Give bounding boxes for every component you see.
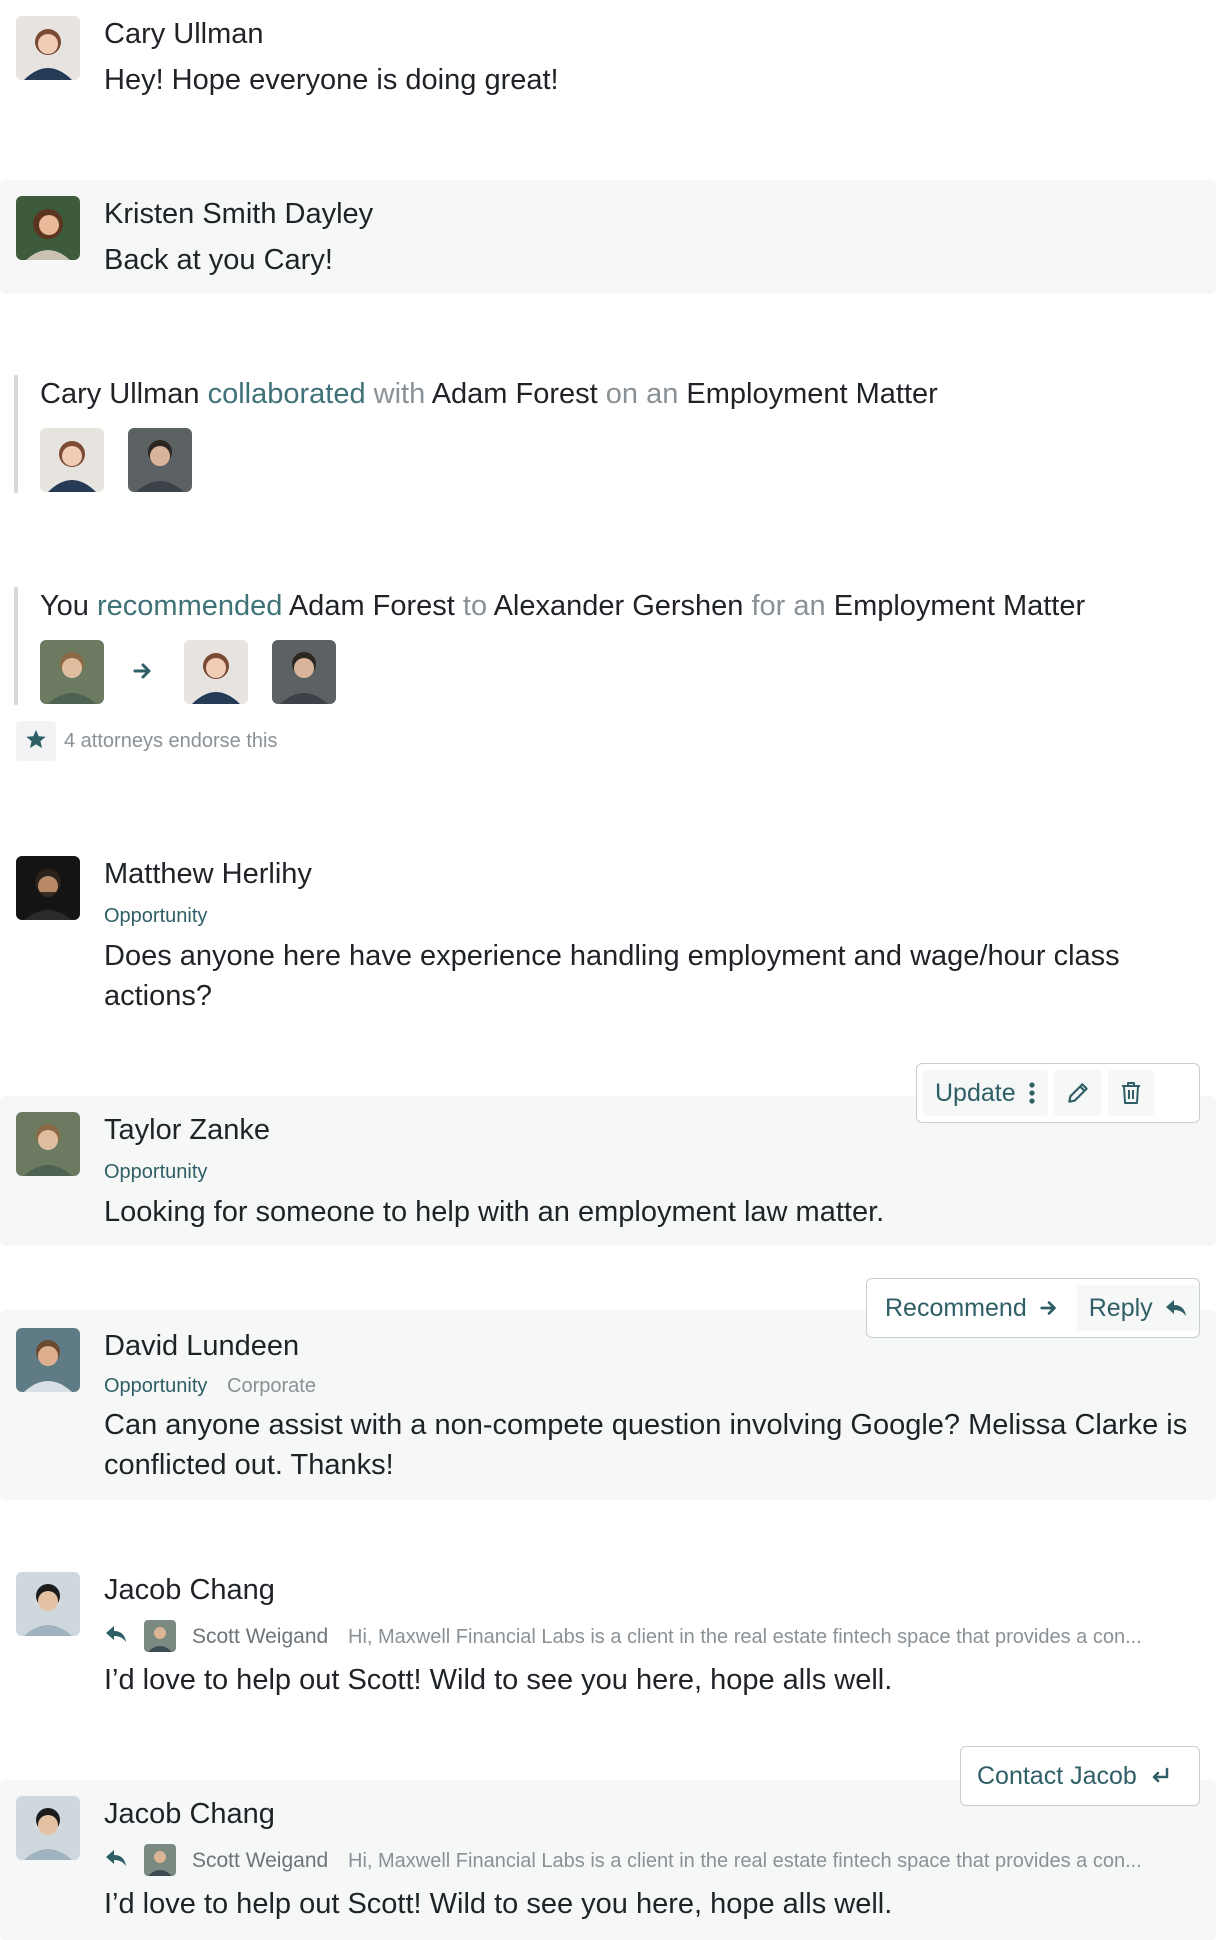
message-text: Can anyone assist with a non-compete que… bbox=[104, 1409, 1188, 1481]
avatar-jacob-chang[interactable] bbox=[16, 1796, 80, 1860]
opportunity-tag[interactable]: Opportunity bbox=[104, 1375, 207, 1398]
activity-verb: collaborated bbox=[207, 378, 366, 410]
practice-tag[interactable]: Corporate bbox=[227, 1375, 316, 1398]
message-text: Hey! Hope everyone is doing great! bbox=[104, 64, 559, 96]
target-name[interactable]: Adam Forest bbox=[289, 590, 455, 622]
message-text: Back at you Cary! bbox=[104, 244, 333, 276]
activity-prep: for an bbox=[751, 590, 826, 622]
activity-bar bbox=[14, 587, 18, 705]
avatar-matthew-herlihy[interactable] bbox=[16, 856, 80, 920]
arrow-right-icon bbox=[1039, 1298, 1059, 1318]
enter-icon bbox=[1149, 1766, 1171, 1786]
update-label: Update bbox=[935, 1078, 1016, 1107]
recommend-button[interactable]: Recommend bbox=[873, 1285, 1071, 1331]
message-text: Looking for someone to help with an empl… bbox=[104, 1196, 885, 1228]
reply-icon bbox=[104, 1624, 128, 1649]
opportunity-tag[interactable]: Opportunity bbox=[104, 1161, 207, 1184]
message-toolbar: Recommend Reply bbox=[866, 1278, 1200, 1338]
avatar-jacob-chang[interactable] bbox=[16, 1572, 80, 1636]
quoted-text[interactable]: Hi, Maxwell Financial Labs is a client i… bbox=[348, 1626, 1198, 1649]
opportunity-tag[interactable]: Opportunity bbox=[104, 905, 207, 928]
quoted-text[interactable]: Hi, Maxwell Financial Labs is a client i… bbox=[348, 1850, 1198, 1873]
recipient-name[interactable]: Alexander Gershen bbox=[494, 590, 744, 622]
reply-icon bbox=[104, 1848, 128, 1873]
star-icon bbox=[25, 728, 47, 755]
activity-verb: recommended bbox=[97, 590, 283, 622]
quoted-author[interactable]: Scott Weigand bbox=[192, 1849, 328, 1873]
activity-prep: to bbox=[462, 590, 488, 622]
endorse-button[interactable] bbox=[16, 721, 56, 761]
avatar-adam-forest[interactable] bbox=[128, 428, 192, 492]
avatar-cary-ullman[interactable] bbox=[40, 428, 104, 492]
author-name[interactable]: Cary Ullman bbox=[104, 18, 264, 51]
contact-button[interactable]: Contact Jacob bbox=[967, 1753, 1181, 1799]
arrow-right-icon bbox=[132, 660, 154, 687]
trash-icon bbox=[1119, 1080, 1143, 1106]
avatar-taylor-zanke[interactable] bbox=[16, 1112, 80, 1176]
activity-sentence: You recommended Adam Forest to Alexander… bbox=[40, 590, 1085, 623]
pencil-icon bbox=[1065, 1080, 1091, 1106]
message-toolbar: Update bbox=[916, 1063, 1200, 1123]
activity-bar bbox=[14, 375, 18, 493]
edit-button[interactable] bbox=[1053, 1070, 1102, 1116]
avatar-cary-ullman[interactable] bbox=[184, 640, 248, 704]
avatar-scott-weigand[interactable] bbox=[144, 1620, 176, 1652]
activity-sentence: Cary Ullman collaborated with Adam Fores… bbox=[40, 378, 938, 411]
activity-prep: with bbox=[373, 378, 426, 410]
message-text: I’d love to help out Scott! Wild to see … bbox=[104, 1888, 893, 1920]
recommend-label: Recommend bbox=[885, 1293, 1027, 1322]
message-text: Does anyone here have experience handlin… bbox=[104, 940, 1120, 1012]
activity-prep: on an bbox=[605, 378, 679, 410]
actor-name[interactable]: You bbox=[40, 590, 89, 622]
matter-name[interactable]: Employment Matter bbox=[686, 378, 937, 410]
author-name[interactable]: David Lundeen bbox=[104, 1330, 299, 1363]
matter-name[interactable]: Employment Matter bbox=[834, 590, 1085, 622]
reply-icon bbox=[1165, 1298, 1187, 1318]
actor-name[interactable]: Cary Ullman bbox=[40, 378, 200, 410]
avatar-kristen-smith-dayley[interactable] bbox=[16, 196, 80, 260]
author-name[interactable]: Taylor Zanke bbox=[104, 1114, 270, 1147]
quoted-author[interactable]: Scott Weigand bbox=[192, 1625, 328, 1649]
author-name[interactable]: Jacob Chang bbox=[104, 1574, 275, 1607]
contact-label: Contact Jacob bbox=[977, 1761, 1137, 1790]
reply-button[interactable]: Reply bbox=[1076, 1285, 1199, 1331]
reply-label: Reply bbox=[1088, 1293, 1153, 1322]
target-name[interactable]: Adam Forest bbox=[432, 378, 598, 410]
author-name[interactable]: Kristen Smith Dayley bbox=[104, 198, 373, 231]
message-text: I’d love to help out Scott! Wild to see … bbox=[104, 1664, 893, 1696]
avatar-recommender[interactable] bbox=[40, 640, 104, 704]
author-name[interactable]: Jacob Chang bbox=[104, 1798, 275, 1831]
update-button[interactable]: Update bbox=[923, 1070, 1048, 1116]
message-toolbar: Contact Jacob bbox=[960, 1746, 1200, 1806]
avatar-scott-weigand[interactable] bbox=[144, 1844, 176, 1876]
endorse-count: 4 attorneys endorse this bbox=[64, 730, 278, 752]
more-vertical-icon bbox=[1028, 1081, 1036, 1105]
delete-button[interactable] bbox=[1107, 1070, 1154, 1116]
avatar-cary-ullman[interactable] bbox=[16, 16, 80, 80]
avatar-david-lundeen[interactable] bbox=[16, 1328, 80, 1392]
author-name[interactable]: Matthew Herlihy bbox=[104, 858, 312, 891]
avatar-adam-forest[interactable] bbox=[272, 640, 336, 704]
